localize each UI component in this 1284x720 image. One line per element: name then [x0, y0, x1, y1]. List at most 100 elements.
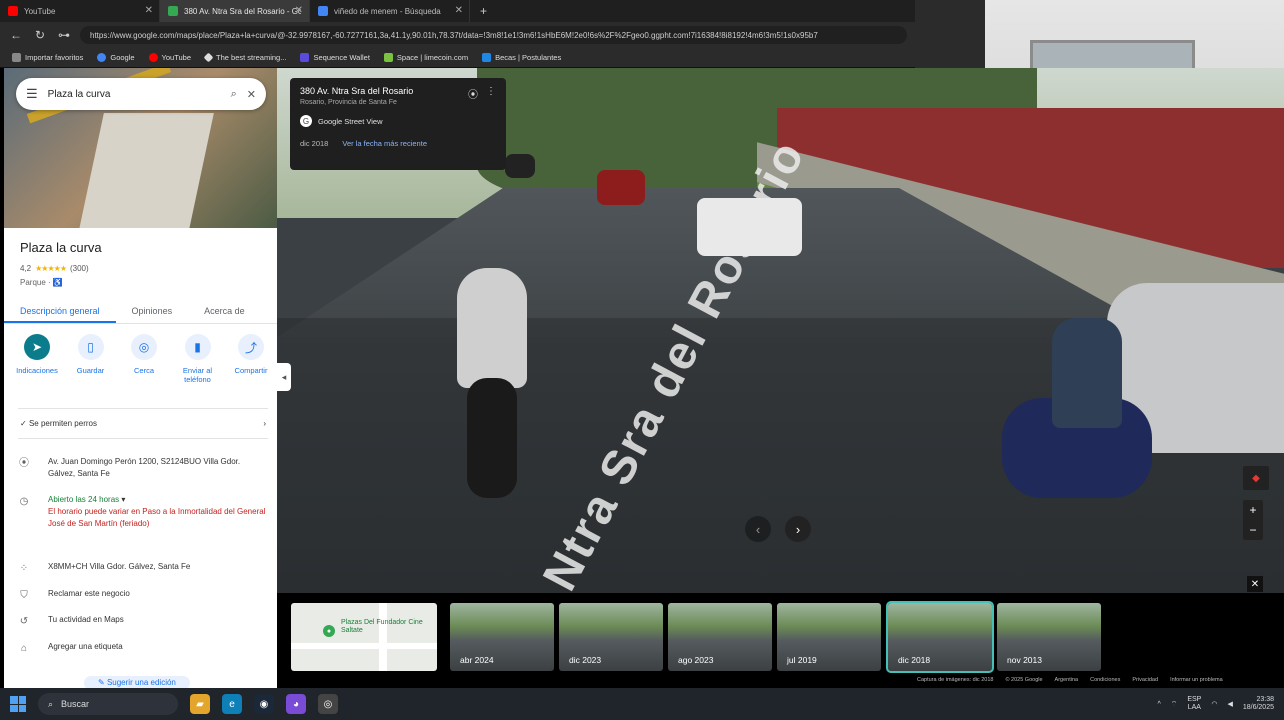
language-indicator[interactable]: ESP LAA — [1187, 696, 1201, 711]
street-view[interactable]: Av. Ntra Sra del Rosario 380 Av. Ntra Sr… — [277, 68, 1284, 593]
plus-code-row[interactable]: ⁘ X8MM+CH Villa Gdor. Gálvez, Santa Fe — [18, 561, 268, 576]
prev-arrow-button[interactable]: ‹ — [745, 516, 771, 542]
share-icon: ⤴ — [238, 334, 264, 360]
wifi-icon[interactable]: ◠ — [1211, 700, 1217, 708]
mini-map[interactable]: ● Plazas Del Fundador Cine Saltate — [291, 603, 437, 671]
clock[interactable]: 23:38 18/6/2025 — [1243, 696, 1274, 713]
review-count[interactable]: (300) — [70, 264, 89, 273]
thumb-date: dic 2023 — [569, 655, 602, 665]
rider-body — [457, 268, 527, 388]
bookmark-becas[interactable]: Becas | Postulantes — [482, 53, 561, 62]
search-icon[interactable]: ⌕ — [231, 88, 237, 101]
location-pin-icon[interactable]: ⦿ — [468, 86, 478, 101]
bookmark-streaming[interactable]: The best streaming... — [203, 52, 286, 63]
close-icon[interactable]: ✕ — [247, 88, 256, 101]
share-button[interactable]: ⤴ Compartir — [228, 334, 274, 384]
timeline-thumb-selected[interactable]: dic 2018 — [886, 601, 994, 673]
compass-button[interactable]: ◆ — [1243, 466, 1269, 490]
close-icon[interactable]: ✕ — [455, 5, 463, 16]
windows-start-icon[interactable] — [10, 696, 26, 712]
suggest-edit-button[interactable]: ✎ Sugerir una edición — [84, 676, 190, 688]
timeline-thumb[interactable]: dic 2023 — [559, 603, 663, 671]
tab-maps[interactable]: 380 Av. Ntra Sra del Rosario - Go ✕ — [160, 0, 310, 22]
label-row[interactable]: ⌂ Agregar una etiqueta — [18, 641, 268, 656]
tab-youtube[interactable]: YouTube ✕ — [0, 0, 160, 22]
collapse-panel-button[interactable]: ◂ — [277, 363, 291, 391]
footer-privacy[interactable]: Privacidad — [1132, 677, 1158, 683]
map-road — [379, 603, 387, 671]
taskbar-search[interactable]: ⌕ Buscar — [38, 693, 178, 715]
directions-button[interactable]: ➤ Indicaciones — [14, 334, 60, 384]
bookmark-icon: ▯ — [77, 334, 104, 360]
timeline-thumb[interactable]: nov 2013 — [997, 603, 1101, 671]
chevron-up-icon[interactable]: ^ — [1157, 701, 1160, 708]
close-icon[interactable]: ✕ — [145, 5, 153, 16]
bookmark-space[interactable]: Space | limecoin.com — [383, 53, 469, 62]
send-to-phone-button[interactable]: ▮ Enviar al teléfono — [175, 334, 221, 384]
discord-icon[interactable]: ◕ — [286, 694, 306, 714]
tab-reviews[interactable]: Opiniones — [116, 300, 189, 323]
lang-bottom: LAA — [1187, 704, 1201, 711]
location-pin-icon: ⦿ — [19, 458, 29, 469]
tab-bar: YouTube ✕ 380 Av. Ntra Sra del Rosario -… — [0, 0, 915, 22]
reload-icon[interactable]: ↻ — [32, 28, 48, 42]
latest-date-link[interactable]: Ver la fecha más reciente — [342, 139, 427, 148]
bookmark-google[interactable]: Google — [97, 53, 135, 62]
next-arrow-button[interactable]: › — [785, 516, 811, 542]
edge-icon[interactable]: e — [222, 694, 242, 714]
space-icon — [383, 53, 393, 62]
footer-country[interactable]: Argentina — [1055, 677, 1079, 683]
footer-terms[interactable]: Condiciones — [1090, 677, 1120, 683]
close-timeline-button[interactable]: ✕ — [1247, 576, 1263, 592]
tab-search[interactable]: viñedo de menem - Búsqueda ✕ — [310, 0, 470, 22]
sv-address: 380 Av. Ntra Sra del Rosario — [300, 86, 414, 96]
file-explorer-icon[interactable]: ▰ — [190, 694, 210, 714]
google-icon — [318, 6, 328, 16]
steam-icon[interactable]: ◉ — [254, 694, 274, 714]
back-icon[interactable]: ← — [8, 28, 24, 42]
search-box[interactable]: ☰ Plaza la curva ⌕ ✕ — [16, 78, 266, 110]
hours-row[interactable]: ◷ Abierto las 24 horas ▾ El horario pued… — [18, 494, 268, 530]
bike — [467, 378, 517, 498]
close-icon[interactable]: ✕ — [295, 5, 303, 16]
timeline-thumb[interactable]: ago 2023 — [668, 603, 772, 671]
rating-row[interactable]: 4,2 ★★★★★ (300) — [20, 264, 89, 273]
zoom-controls: + − — [1243, 500, 1263, 540]
action-label: Enviar al teléfono — [182, 366, 213, 384]
timeline-thumb[interactable]: abr 2024 — [450, 603, 554, 671]
bookmark-youtube[interactable]: YouTube — [148, 53, 191, 62]
volume-icon[interactable]: ◀ — [1227, 700, 1232, 708]
place-type[interactable]: Parque · ♿ — [20, 278, 63, 287]
tab-about[interactable]: Acerca de — [188, 300, 261, 323]
action-buttons: ➤ Indicaciones ▯ Guardar ◎ Cerca ▮ Enviar al… — [14, 334, 274, 384]
search-input[interactable]: Plaza la curva — [48, 89, 221, 100]
chrome-icon[interactable]: ◎ — [318, 694, 338, 714]
address-row[interactable]: ⦿ Av. Juan Domingo Perón 1200, S2124BUO … — [18, 456, 268, 480]
claim-text: Reclamar este negocio — [48, 589, 130, 598]
bookmark-sequence[interactable]: Sequence Wallet — [300, 53, 370, 62]
bookmark-import[interactable]: Importar favoritos — [12, 53, 83, 62]
address-text: Av. Juan Domingo Perón 1200, S2124BUO Vi… — [48, 457, 241, 478]
bookmark-label: Space | limecoin.com — [396, 53, 469, 62]
tab-title: YouTube — [24, 6, 56, 16]
park-pin-icon: ● — [323, 625, 335, 637]
activity-row[interactable]: ↺ Tu actividad en Maps — [18, 614, 268, 629]
label-icon: ⌂ — [20, 643, 28, 654]
network-icon[interactable]: ⌔ — [1171, 700, 1178, 709]
url-bar[interactable]: https://www.google.com/maps/place/Plaza+… — [80, 26, 907, 44]
tab-overview[interactable]: Descripción general — [4, 300, 116, 323]
zoom-in-icon[interactable]: + — [1249, 503, 1256, 517]
new-tab-button[interactable]: + — [470, 4, 497, 18]
nearby-button[interactable]: ◎ Cerca — [121, 334, 167, 384]
claim-row[interactable]: ⛉ Reclamar este negocio — [18, 588, 268, 603]
zoom-out-icon[interactable]: − — [1249, 523, 1256, 537]
sv-locality: Rosario, Provincia de Santa Fe — [300, 99, 397, 106]
site-info-icon[interactable]: ⊶ — [56, 28, 72, 42]
menu-icon[interactable]: ☰ — [26, 86, 38, 102]
footer-report[interactable]: Informar un problema — [1170, 677, 1223, 683]
timeline-thumb[interactable]: jul 2019 — [777, 603, 881, 671]
pets-row[interactable]: ✓ Se permiten perros › — [18, 408, 268, 439]
save-button[interactable]: ▯ Guardar — [68, 334, 114, 384]
more-vert-icon[interactable]: ⋮ — [486, 86, 496, 101]
chevron-left-icon: ◂ — [281, 371, 287, 382]
